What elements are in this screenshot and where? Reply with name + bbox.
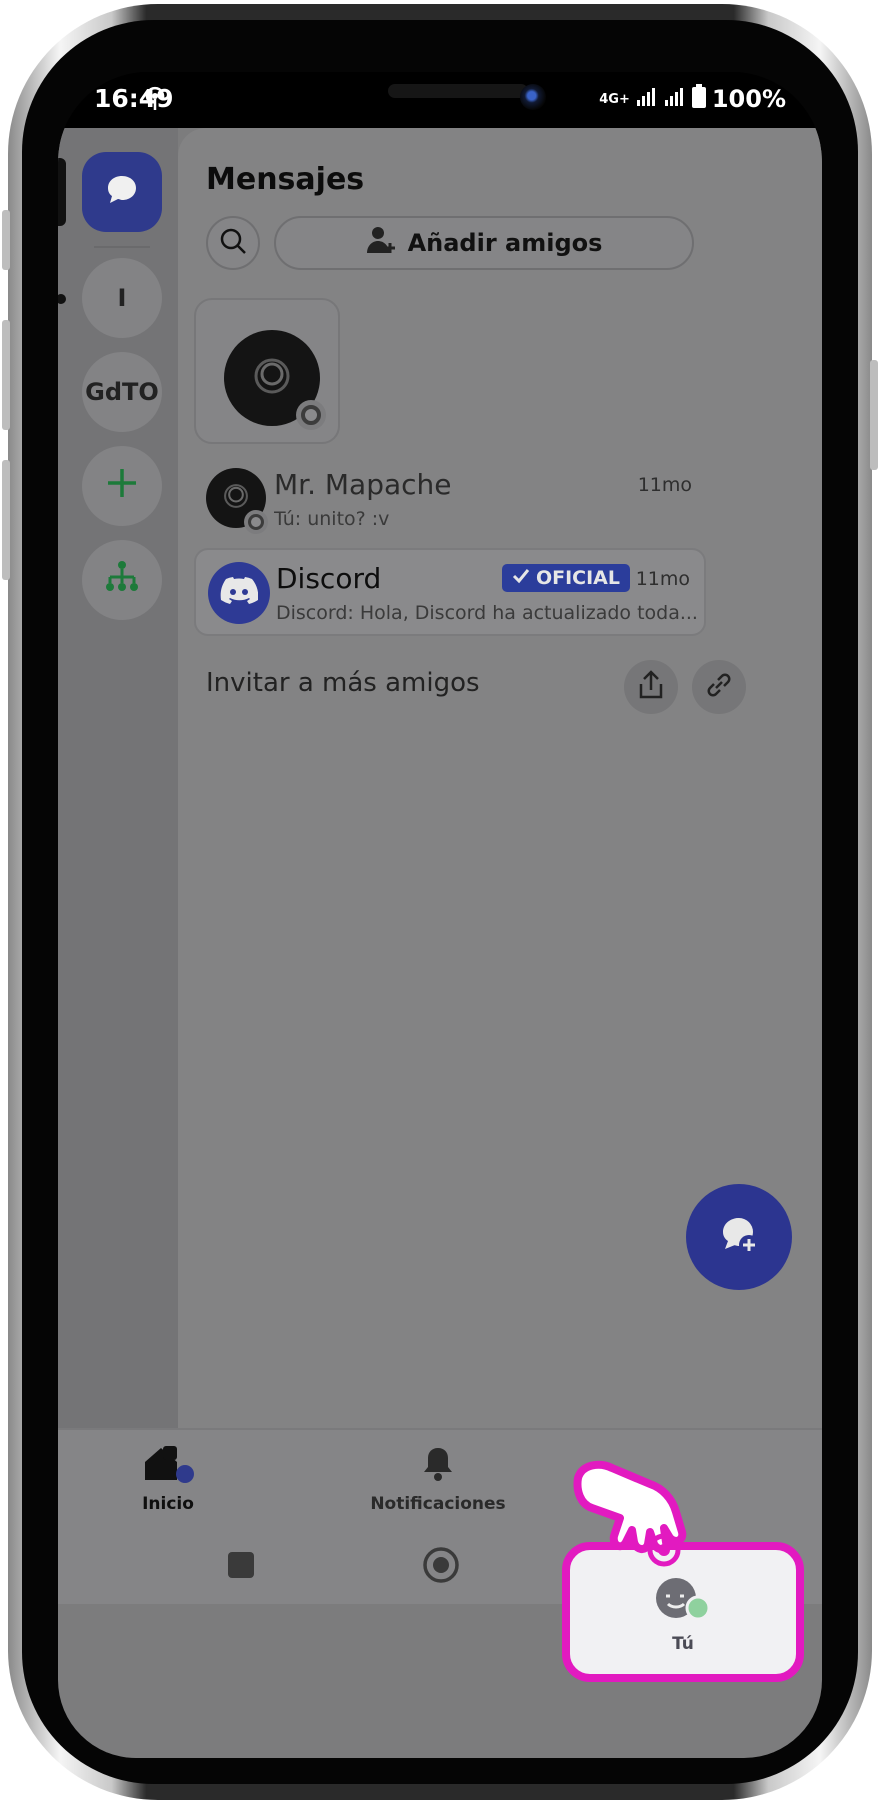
active-friend-card[interactable] xyxy=(194,298,340,444)
offline-status-icon xyxy=(296,400,326,430)
add-friends-label: Añadir amigos xyxy=(407,229,603,257)
home-icon xyxy=(141,1444,195,1488)
power-button xyxy=(870,360,878,470)
network-type: 4G+ xyxy=(599,91,630,107)
bell-icon xyxy=(418,1444,458,1488)
new-message-button[interactable] xyxy=(686,1184,792,1290)
page-title: Mensajes xyxy=(206,162,365,197)
nav-notifications[interactable]: Notificaciones xyxy=(348,1444,528,1514)
conversation-time: 11mo xyxy=(635,568,690,590)
share-invite-button[interactable] xyxy=(624,660,678,714)
unread-dot xyxy=(58,294,66,304)
check-icon xyxy=(512,567,530,589)
link-icon xyxy=(705,671,733,703)
copy-link-button[interactable] xyxy=(692,660,746,714)
volume-down-button xyxy=(2,320,10,430)
nav-you[interactable]: Tú xyxy=(570,1576,796,1654)
volume-up-button xyxy=(2,210,10,270)
add-server-button[interactable] xyxy=(82,446,162,526)
conversation-name: Discord xyxy=(276,562,382,595)
chat-bubble-icon xyxy=(102,170,142,214)
screen: 16:49 4G+ 100% I GdTO Mensajes Añadir am… xyxy=(58,72,822,1758)
add-friends-button[interactable]: Añadir amigos xyxy=(274,216,694,270)
hierarchy-icon xyxy=(102,557,142,603)
search-button[interactable] xyxy=(206,216,260,270)
nav-home-label: Inicio xyxy=(142,1494,194,1514)
signal-icon-2 xyxy=(664,85,686,113)
invite-friends-label: Invitar a más amigos xyxy=(206,668,480,698)
nav-home[interactable]: Inicio xyxy=(78,1444,258,1514)
discord-avatar xyxy=(208,562,270,624)
recents-button[interactable] xyxy=(228,1552,254,1578)
add-friend-icon xyxy=(366,225,398,261)
status-right: 4G+ 100% xyxy=(599,84,786,114)
default-avatar-icon xyxy=(221,481,251,515)
front-camera xyxy=(520,84,546,110)
nav-notifications-label: Notificaciones xyxy=(370,1494,506,1514)
server-i[interactable]: I xyxy=(82,258,162,338)
discord-logo-icon xyxy=(220,576,259,610)
selected-indicator xyxy=(58,158,66,226)
default-avatar-icon xyxy=(250,354,294,402)
earpiece-speaker xyxy=(388,84,528,98)
battery-icon xyxy=(691,84,706,114)
status-bar: 16:49 4G+ 100% xyxy=(58,72,822,128)
official-label: OFICIAL xyxy=(535,567,620,589)
bixby-button xyxy=(2,460,10,580)
tap-hand-icon xyxy=(572,1458,702,1572)
server-label: I xyxy=(117,284,127,312)
conversation-name: Mr. Mapache xyxy=(274,468,452,501)
signal-icon xyxy=(636,85,658,113)
conversation-discord[interactable]: Discord OFICIAL Discord: Hola, Discord h… xyxy=(194,548,706,636)
discord-app: I GdTO Mensajes Añadir amigos Mr. Mapach… xyxy=(58,128,822,1758)
conversation-preview: Tú: unito? :v xyxy=(274,508,390,530)
server-rail: I GdTO xyxy=(58,128,178,1488)
share-icon xyxy=(637,670,665,704)
conversation-preview: Discord: Hola, Discord ha actualizado to… xyxy=(276,602,696,624)
conversation-time: 11mo xyxy=(637,474,692,496)
search-icon xyxy=(218,226,248,260)
hotspot-icon xyxy=(142,86,168,116)
offline-status-icon xyxy=(244,510,268,534)
official-badge: OFICIAL xyxy=(501,564,630,592)
battery-level: 100% xyxy=(711,85,786,113)
server-label: GdTO xyxy=(85,378,159,406)
plus-icon xyxy=(104,465,140,507)
profile-avatar-icon xyxy=(652,1576,714,1626)
conversation-mr-mapache[interactable]: Mr. Mapache Tú: unito? :v 11mo xyxy=(194,456,706,544)
rail-separator xyxy=(94,246,150,248)
home-system-button[interactable] xyxy=(422,1546,460,1588)
server-gdto[interactable]: GdTO xyxy=(82,352,162,432)
direct-messages-button[interactable] xyxy=(82,152,162,232)
bottom-nav: Inicio Notificaciones xyxy=(58,1428,822,1532)
explore-servers-button[interactable] xyxy=(82,540,162,620)
nav-you-label: Tú xyxy=(672,1634,694,1654)
new-message-icon xyxy=(714,1210,764,1264)
